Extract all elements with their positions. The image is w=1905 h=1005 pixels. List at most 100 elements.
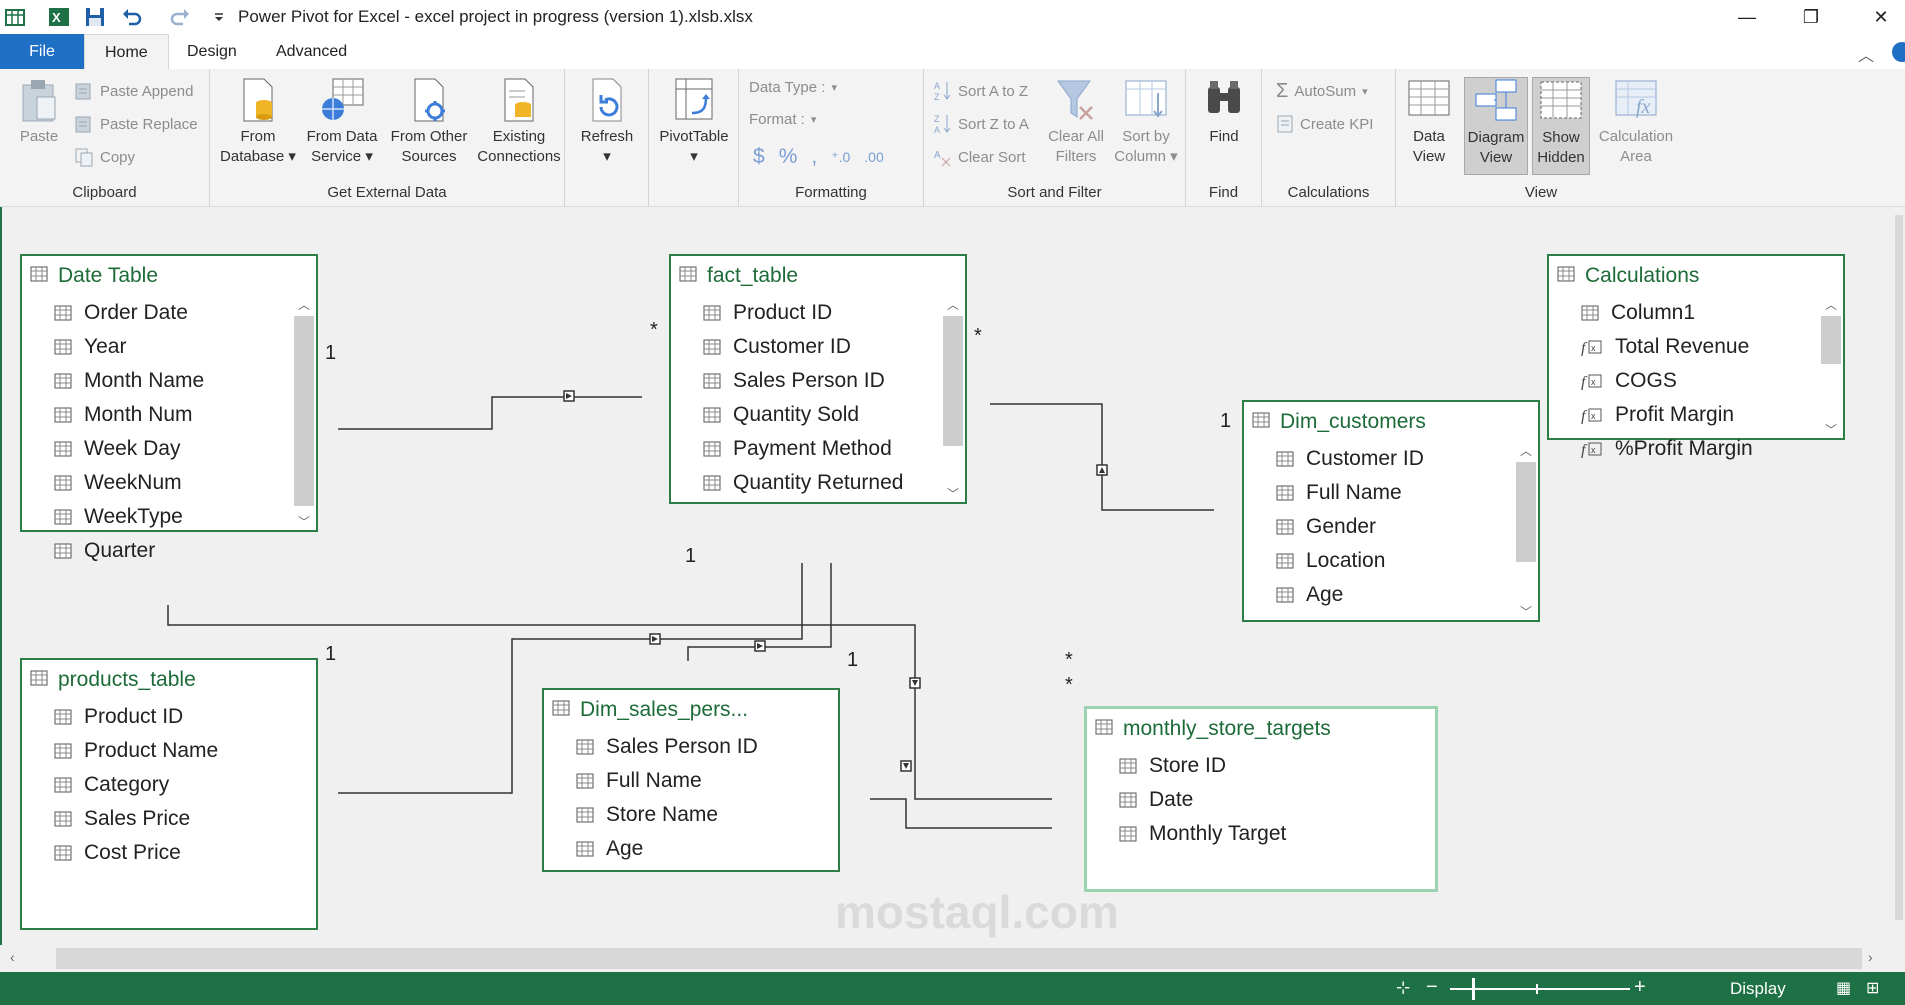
copy-button[interactable]: Copy [74, 145, 135, 169]
collapse-ribbon-icon[interactable]: ︿ [1858, 42, 1874, 66]
comma-icon[interactable]: , [811, 145, 817, 169]
data-view-button[interactable]: Data View [1400, 77, 1458, 167]
scroll-right-icon[interactable]: › [1868, 949, 1873, 965]
field-row[interactable]: Gender [1244, 510, 1538, 544]
field-row[interactable]: Age [1244, 578, 1538, 612]
field-row[interactable]: f x %Profit Margin [1549, 432, 1843, 466]
table-monthly-store-targets[interactable]: monthly_store_targets Store ID Date Monthl… [1084, 706, 1438, 892]
canvas-horizontal-scrollbar[interactable]: ‹ › [0, 945, 1905, 972]
percent-icon[interactable]: % [779, 145, 798, 169]
pivottable-button[interactable]: PivotTable ▾ [653, 77, 735, 167]
scroll-down-icon[interactable]: ﹀ [1514, 603, 1538, 620]
table-header[interactable]: products_table [22, 660, 316, 700]
field-row[interactable]: Sales Person ID [544, 730, 838, 764]
tab-file[interactable]: File [0, 34, 84, 69]
table-products-table[interactable]: products_table Product ID Product Name Cat… [20, 658, 318, 930]
field-row[interactable]: Store ID [1087, 749, 1435, 783]
field-row[interactable]: Product ID [671, 296, 965, 330]
field-row[interactable]: Customer ID [1244, 442, 1538, 476]
field-row[interactable]: Payment Method [671, 432, 965, 466]
increase-decimal-icon[interactable]: ⁺.0 [831, 149, 850, 166]
close-icon[interactable]: ✕ [1852, 0, 1905, 34]
scroll-down-icon[interactable]: ﹀ [292, 513, 316, 530]
field-row[interactable]: f x Total Revenue [1549, 330, 1843, 364]
field-row[interactable]: Sales Price [22, 802, 316, 836]
scroll-up-icon[interactable]: ︿ [1514, 442, 1538, 459]
canvas-vertical-scrollbar[interactable] [1891, 207, 1905, 945]
autosum-button[interactable]: Σ AutoSum ▾ [1276, 79, 1368, 103]
clear-sort-button[interactable]: A Clear Sort [934, 145, 1026, 169]
table-calculations[interactable]: Calculations Column1 f x Total Revenue f x COG… [1547, 254, 1845, 460]
fit-to-screen-icon[interactable]: ⊹ [1396, 978, 1410, 998]
scroll-down-icon[interactable]: ﹀ [1819, 421, 1843, 438]
format-dropdown[interactable]: Format : ▾ [749, 107, 816, 131]
paste-append-button[interactable]: Paste Append [74, 79, 193, 103]
scroll-thumb[interactable] [1516, 462, 1536, 562]
field-row[interactable]: WeekType [22, 500, 316, 534]
field-row[interactable]: Product Name [22, 734, 316, 768]
diagram-canvas[interactable]: 1 * * 1 1 * * 1 1 1 * * Date Table Order… [0, 207, 1905, 972]
scroll-thumb[interactable] [1821, 316, 1841, 364]
field-row[interactable]: Product ID [22, 700, 316, 734]
field-row[interactable]: Year [22, 330, 316, 364]
scroll-thumb[interactable] [294, 316, 314, 506]
field-row[interactable]: Column1 [1549, 296, 1843, 330]
zoom-out-icon[interactable]: − [1426, 976, 1438, 999]
field-row[interactable]: Month Num [22, 398, 316, 432]
field-row[interactable]: Month Name [22, 364, 316, 398]
save-icon[interactable] [82, 4, 108, 30]
undo-icon[interactable] [118, 4, 144, 30]
field-row[interactable]: Quarter [22, 534, 316, 568]
relationship-date-fact[interactable] [338, 396, 642, 430]
grid-view-icon[interactable]: ▦ [1836, 978, 1851, 998]
from-data-service-button[interactable]: From Data Service ▾ [302, 77, 382, 167]
customize-qat-icon[interactable] [206, 4, 232, 30]
vertical-scrollbar[interactable]: ︿ ﹀ [1514, 442, 1538, 620]
zoom-slider[interactable] [1450, 978, 1630, 1000]
field-row[interactable]: Order Date [22, 296, 316, 330]
zoom-in-icon[interactable]: + [1634, 976, 1646, 999]
restore-icon[interactable]: ❐ [1782, 0, 1840, 34]
field-row[interactable]: Quantity Returned [671, 466, 965, 500]
field-row[interactable]: Full Name [1244, 476, 1538, 510]
field-row[interactable]: Full Name [544, 764, 838, 798]
scroll-thumb[interactable] [943, 316, 963, 446]
field-row[interactable]: Sales Person ID [671, 364, 965, 398]
field-row[interactable]: Date [1087, 783, 1435, 817]
refresh-button[interactable]: Refresh ▾ [569, 77, 645, 167]
table-header[interactable]: Calculations [1549, 256, 1843, 296]
currency-icon[interactable]: $ [753, 145, 765, 169]
find-button[interactable]: Find [1192, 77, 1256, 147]
table-fact-table[interactable]: fact_table Product ID Customer ID Sales Pe… [669, 254, 967, 504]
decrease-decimal-icon[interactable]: .00 [864, 149, 883, 165]
table-date-table[interactable]: Date Table Order Date Year Month Name Month… [20, 254, 318, 562]
scroll-thumb[interactable] [1895, 215, 1903, 920]
scroll-up-icon[interactable]: ︿ [1819, 296, 1843, 313]
vertical-scrollbar[interactable]: ︿ ﹀ [292, 296, 316, 530]
scroll-left-icon[interactable]: ‹ [10, 949, 15, 965]
table-header[interactable]: Date Table [22, 256, 316, 296]
paste-button[interactable]: Paste [12, 77, 66, 147]
field-row[interactable]: Week Day [22, 432, 316, 466]
field-row[interactable]: Customer ID [671, 330, 965, 364]
field-row[interactable]: Category [22, 768, 316, 802]
redo-icon[interactable] [168, 4, 194, 30]
table-header[interactable]: Dim_sales_pers... [544, 690, 838, 730]
field-row[interactable]: Order Date [671, 500, 965, 502]
existing-connections-button[interactable]: Existing Connections [474, 77, 564, 167]
table-dim-sales-person[interactable]: Dim_sales_pers... Sales Person ID Full Na… [542, 688, 840, 872]
field-row[interactable]: Age [544, 832, 838, 866]
table-dim-customers[interactable]: Dim_customers Customer ID Full Name Gender… [1242, 400, 1540, 622]
zoom-slider-thumb[interactable] [1472, 978, 1475, 1000]
scroll-down-icon[interactable]: ﹀ [941, 485, 965, 502]
paste-replace-button[interactable]: Paste Replace [74, 112, 198, 136]
excel-icon[interactable]: X [46, 4, 72, 30]
calculation-area-button[interactable]: fx Calculation Area [1594, 77, 1678, 167]
field-row[interactable]: f x COGS [1549, 364, 1843, 398]
sort-z-to-a-button[interactable]: ZA Sort Z to A [934, 112, 1029, 136]
minimize-icon[interactable]: — [1718, 0, 1776, 34]
field-row[interactable]: Location [1244, 544, 1538, 578]
field-row[interactable]: Quantity Sold [671, 398, 965, 432]
table-header[interactable]: Dim_customers [1244, 402, 1538, 442]
tab-advanced[interactable]: Advanced [256, 34, 367, 69]
